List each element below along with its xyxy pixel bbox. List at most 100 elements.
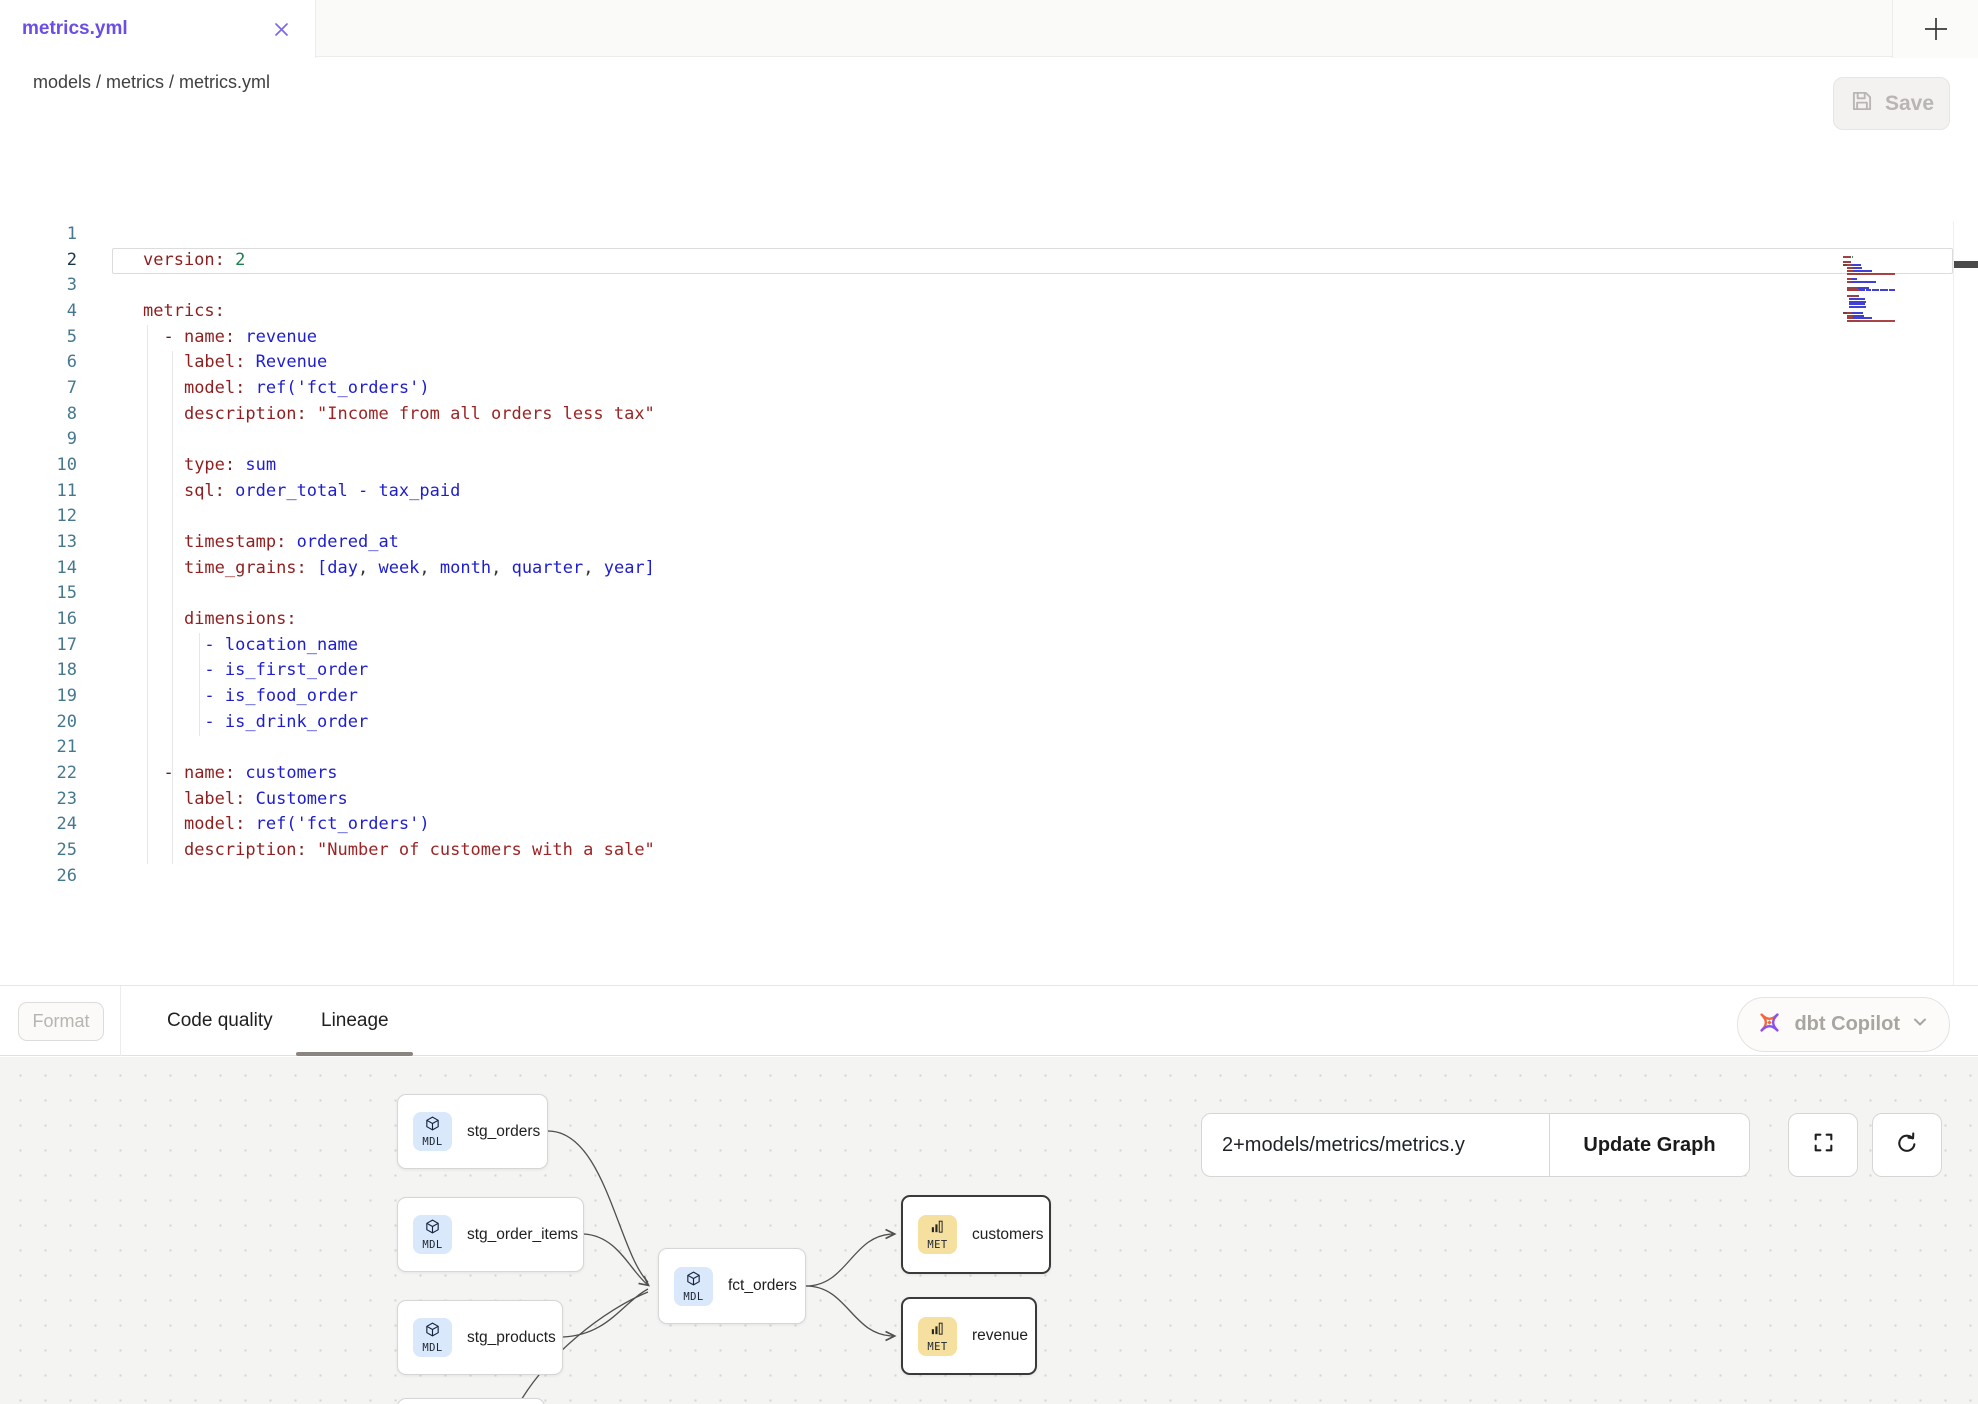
node-label: fct_orders [728, 1277, 797, 1295]
code-line[interactable] [143, 273, 655, 299]
code-line[interactable]: dimensions: [143, 607, 655, 633]
format-button-label: Format [32, 1011, 89, 1032]
metric-chart-icon [929, 1218, 946, 1240]
code-line[interactable]: label: Customers [143, 787, 655, 813]
update-graph-button[interactable]: Update Graph [1550, 1114, 1749, 1176]
code-line[interactable] [143, 222, 655, 248]
line-number: 19 [0, 684, 77, 710]
code-line[interactable]: - is_drink_order [143, 710, 655, 736]
code-line[interactable] [143, 427, 655, 453]
lineage-node-customers[interactable]: MET customers [901, 1195, 1051, 1274]
chevron-down-icon [1911, 1013, 1929, 1036]
dbt-copilot-button[interactable]: dbt Copilot [1737, 997, 1950, 1052]
line-number: 22 [0, 761, 77, 787]
line-number: 12 [0, 504, 77, 530]
line-number: 5 [0, 325, 77, 351]
line-number: 3 [0, 273, 77, 299]
save-button[interactable]: Save [1833, 77, 1950, 130]
code-editor[interactable]: 1234567891011121314151617181920212223242… [0, 110, 1978, 985]
code-line[interactable] [143, 864, 655, 890]
lineage-node-stg_orders[interactable]: MDL stg_orders [397, 1094, 548, 1169]
fullscreen-button[interactable] [1788, 1113, 1858, 1177]
lineage-filter-input[interactable] [1202, 1114, 1549, 1176]
line-number: 4 [0, 299, 77, 325]
bottom-toolbar: Format Code quality Lineage dbt Copilot [0, 985, 1978, 1056]
line-number: 18 [0, 658, 77, 684]
save-button-label: Save [1885, 92, 1934, 116]
editor-minimap[interactable] [1843, 253, 1929, 326]
close-tab-icon[interactable] [271, 19, 291, 39]
tab-code-quality-label: Code quality [167, 1010, 273, 1032]
line-number: 21 [0, 735, 77, 761]
new-tab-button[interactable] [1892, 0, 1978, 63]
node-badge: MDL [674, 1267, 713, 1306]
code-line[interactable]: - name: revenue [143, 325, 655, 351]
indent-guide [147, 325, 148, 864]
line-number: 10 [0, 453, 77, 479]
line-number: 1 [0, 222, 77, 248]
model-cube-icon [424, 1115, 441, 1137]
lineage-node-fct_orders[interactable]: MDL fct_orders [658, 1248, 806, 1324]
fullscreen-icon [1811, 1130, 1836, 1160]
code-line[interactable]: label: Revenue [143, 350, 655, 376]
line-number: 23 [0, 787, 77, 813]
code-line[interactable] [143, 504, 655, 530]
node-badge: MET [918, 1317, 957, 1356]
code-line[interactable]: - name: customers [143, 761, 655, 787]
code-content[interactable]: version: 2 metrics: - name: revenue label… [112, 222, 655, 889]
code-line[interactable] [143, 581, 655, 607]
code-line[interactable]: time_grains: [day, week, month, quarter,… [143, 556, 655, 582]
scrollbar-thumb[interactable] [1954, 261, 1978, 268]
code-line[interactable]: model: ref('fct_orders') [143, 812, 655, 838]
node-label: customers [972, 1226, 1044, 1244]
lineage-filter-group: Update Graph [1201, 1113, 1750, 1177]
lineage-node-stg_products[interactable]: MDL stg_products [397, 1300, 563, 1375]
code-line[interactable]: model: ref('fct_orders') [143, 376, 655, 402]
file-tab-metrics-yml[interactable]: metrics.yml [0, 0, 316, 58]
node-badge-label: MDL [422, 1342, 442, 1354]
node-label: revenue [972, 1327, 1028, 1345]
code-line[interactable]: - is_food_order [143, 684, 655, 710]
node-badge: MET [918, 1215, 957, 1254]
line-number: 16 [0, 607, 77, 633]
node-badge-label: MET [927, 1239, 947, 1251]
code-line[interactable]: version: 2 [143, 248, 655, 274]
node-label: stg_orders [467, 1123, 540, 1141]
line-number: 13 [0, 530, 77, 556]
node-label: stg_order_items [467, 1226, 578, 1244]
line-number: 6 [0, 350, 77, 376]
code-line[interactable]: timestamp: ordered_at [143, 530, 655, 556]
scrollbar-track [1953, 222, 1954, 985]
line-number: 17 [0, 633, 77, 659]
tab-lineage[interactable]: Lineage [321, 986, 389, 1056]
line-number: 15 [0, 581, 77, 607]
node-badge: MDL [413, 1215, 452, 1254]
file-tab-title: metrics.yml [22, 18, 128, 40]
lineage-node-stg_order_items[interactable]: MDL stg_order_items [397, 1197, 584, 1272]
line-number: 9 [0, 427, 77, 453]
tab-code-quality[interactable]: Code quality [167, 986, 273, 1056]
line-number: 11 [0, 479, 77, 505]
refresh-button[interactable] [1872, 1113, 1942, 1177]
format-button[interactable]: Format [18, 1002, 104, 1041]
node-badge-label: MDL [422, 1239, 442, 1251]
node-badge-label: MDL [422, 1136, 442, 1148]
code-line[interactable]: metrics: [143, 299, 655, 325]
tab-lineage-label: Lineage [321, 1010, 389, 1032]
indent-guide [172, 351, 173, 864]
lineage-canvas[interactable]: MDL stg_orders MDL stg_order_items MDL stg_pr… [0, 1057, 1978, 1404]
code-line[interactable]: - location_name [143, 633, 655, 659]
plus-icon [1921, 14, 1951, 49]
lineage-node-revenue[interactable]: MET revenue [901, 1297, 1037, 1375]
line-number: 26 [0, 864, 77, 890]
lineage-node-stg_hidden[interactable]: MDL [397, 1398, 545, 1404]
code-line[interactable]: description: "Number of customers with a… [143, 838, 655, 864]
save-icon [1849, 88, 1875, 119]
code-line[interactable]: sql: order_total - tax_paid [143, 479, 655, 505]
code-line[interactable]: - is_first_order [143, 658, 655, 684]
code-line[interactable] [143, 735, 655, 761]
code-line[interactable]: type: sum [143, 453, 655, 479]
node-label: stg_products [467, 1329, 556, 1347]
model-cube-icon [424, 1321, 441, 1343]
code-line[interactable]: description: "Income from all orders les… [143, 402, 655, 428]
